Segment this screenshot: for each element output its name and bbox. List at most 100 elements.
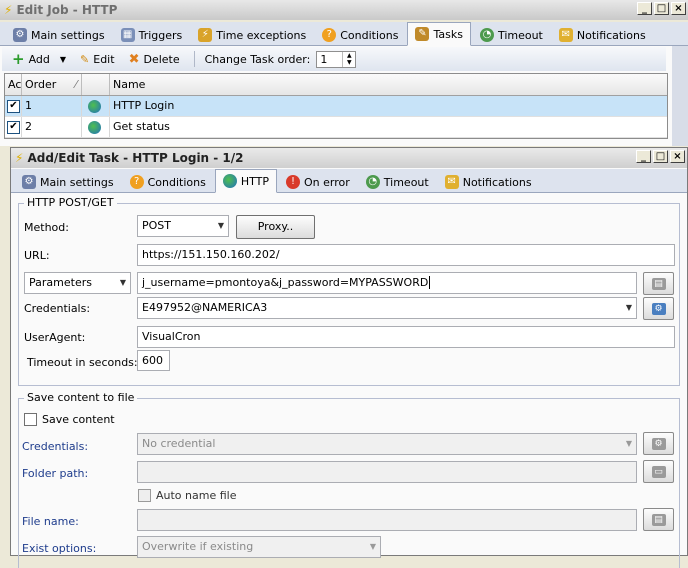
column-header-active[interactable]: Ac [5,74,22,95]
tab-conditions[interactable]: ? Conditions [315,25,405,45]
outer-tab-bar: ⚙ Main settings ▦ Triggers ⚡ Time exception… [0,22,688,46]
file-name-label: File name: [22,515,79,528]
tab-timeout[interactable]: ◔ Timeout [473,25,550,45]
notifications-icon: ✉ [444,175,459,189]
proxy-button[interactable]: Proxy.. [236,215,315,239]
tab-main-settings[interactable]: ⚙ Main settings [15,172,121,192]
right-edge-strip [672,46,688,146]
column-header-order[interactable]: Order ⁄ [22,74,82,95]
task-order-spinner[interactable]: 1 ▲ ▼ [316,50,357,68]
tab-conditions[interactable]: ? Conditions [123,172,213,192]
tab-notifications[interactable]: ✉ Notifications [552,25,653,45]
conditions-icon: ? [129,175,144,189]
useragent-input[interactable]: VisualCron [137,326,675,348]
auto-name-file-box[interactable] [138,489,151,502]
tab-main-settings[interactable]: ⚙ Main settings [6,25,112,45]
tab-notifications[interactable]: ✉ Notifications [438,172,539,192]
inner-title-bar: ⚡ Add/Edit Task - HTTP Login - 1/2 _ □ × [11,148,687,168]
column-header-icon [82,74,110,95]
save-content-checkbox[interactable]: Save content [24,413,115,426]
chevron-down-icon[interactable]: ▼ [214,216,228,236]
auto-name-file-checkbox[interactable]: Auto name file [138,489,236,502]
delete-button[interactable]: ✖ Delete [125,52,184,67]
credentials-select[interactable]: E497952@NAMERICA3 ▼ [137,297,637,319]
method-select[interactable]: POST ▼ [137,215,229,237]
tasks-grid: Ac Order ⁄ Name ✔ 1 HTTP Login ✔ 2 Get st… [4,73,668,139]
save-credentials-label: Credentials: [22,440,89,453]
delete-icon: ✖ [128,51,140,67]
column-header-name[interactable]: Name [110,74,667,95]
table-row[interactable]: ✔ 1 HTTP Login [5,96,667,117]
table-row[interactable]: ✔ 2 Get status [5,117,667,138]
file-name-input[interactable] [137,509,637,531]
main-settings-icon: ⚙ [13,28,27,42]
gear-icon: ⚙ [651,437,666,450]
timeout-label: Timeout in seconds: [27,356,138,369]
chevron-down-icon[interactable]: ▼ [622,298,636,318]
save-credentials-select[interactable]: No credential ▼ [137,433,637,455]
maximize-button[interactable]: □ [654,2,669,15]
timeout-input[interactable]: 600 [137,350,170,371]
error-icon: ! [286,175,301,189]
main-settings-icon: ⚙ [22,175,36,189]
exist-options-label: Exist options: [22,542,97,555]
spinner-arrows[interactable]: ▲ ▼ [342,51,355,67]
tab-time-exceptions[interactable]: ⚡ Time exceptions [191,25,313,45]
credentials-settings-button[interactable]: ⚙ [643,297,674,320]
save-content-group-title: Save content to file [24,391,138,404]
maximize-button[interactable]: □ [653,150,668,163]
url-input[interactable]: https://151.150.160.202/ [137,244,675,266]
tab-triggers[interactable]: ▦ Triggers [114,25,190,45]
save-credentials-settings-button[interactable]: ⚙ [643,432,674,455]
timeout-icon: ◔ [479,28,494,42]
tab-timeout[interactable]: ◔ Timeout [359,172,436,192]
row-checkbox-cell[interactable]: ✔ [5,96,22,116]
row-order: 1 [22,96,82,116]
globe-icon [82,96,110,116]
row-order: 2 [22,117,82,137]
tab-on-error[interactable]: ! On error [279,172,357,192]
credentials-label: Credentials: [24,302,91,315]
minimize-button[interactable]: _ [637,2,652,15]
row-checkbox-cell[interactable]: ✔ [5,117,22,137]
folder-path-input[interactable] [137,461,637,483]
url-label: URL: [24,249,50,262]
parameters-input[interactable]: j_username=pmontoya&j_password=MYPASSWOR… [137,272,637,294]
time-exceptions-icon: ⚡ [198,28,213,42]
file-name-edit-button[interactable]: ▤ [643,508,674,531]
task-order-value: 1 [320,52,328,66]
add-button[interactable]: + Add ▼ [8,50,70,68]
http-group-title: HTTP POST/GET [24,196,117,209]
folder-path-label: Folder path: [22,467,89,480]
row-checkbox[interactable]: ✔ [7,120,20,134]
tasks-toolbar: + Add ▼ ✎ Edit ✖ Delete Change Task orde… [2,47,666,71]
auto-name-file-label: Auto name file [156,489,237,502]
save-content-box[interactable] [24,413,37,426]
triggers-icon: ▦ [120,28,135,42]
timeout-icon: ◔ [365,175,380,189]
chevron-down-icon[interactable]: ▼ [116,273,130,293]
parameters-edit-button[interactable]: ▤ [643,272,674,295]
edit-form-icon: ▤ [651,277,666,290]
tab-http[interactable]: HTTP [214,169,278,193]
parameters-select[interactable]: Parameters ▼ [24,272,131,294]
chevron-down-icon[interactable]: ▼ [622,434,636,454]
text-cursor [429,276,431,289]
conditions-icon: ? [322,28,337,42]
useragent-label: UserAgent: [24,331,86,344]
notifications-icon: ✉ [558,28,573,42]
row-checkbox[interactable]: ✔ [7,99,20,113]
close-button[interactable]: × [670,150,685,163]
close-button[interactable]: × [671,2,686,15]
minimize-button[interactable]: _ [636,150,651,163]
edit-button[interactable]: ✎ Edit [76,53,119,66]
chevron-down-icon[interactable]: ▼ [366,537,380,557]
tab-tasks[interactable]: ✎ Tasks [407,22,471,46]
browse-folder-button[interactable]: ▭ [643,460,674,483]
sort-icon: ⁄ [75,78,77,91]
folder-icon: ▭ [651,465,666,478]
row-name: HTTP Login [113,99,175,112]
exist-options-select[interactable]: Overwrite if existing ▼ [137,536,381,558]
plus-icon: + [12,50,25,68]
chevron-down-icon[interactable]: ▼ [60,55,66,64]
